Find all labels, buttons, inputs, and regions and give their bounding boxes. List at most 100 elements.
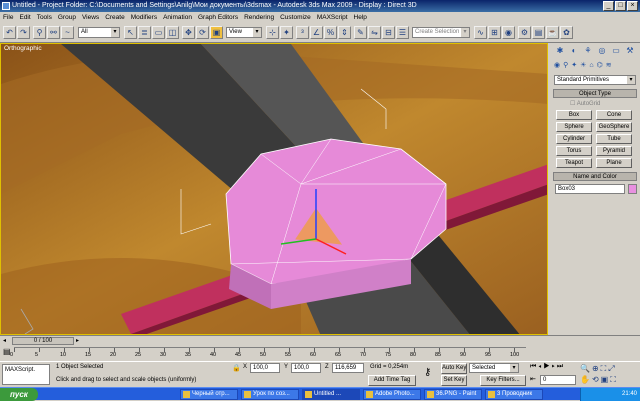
plane-button[interactable]: Plane [596,158,632,168]
teapot-button[interactable]: Teapot [556,158,592,168]
cone-button[interactable]: Cone [596,110,632,120]
window-crossing-icon[interactable]: ◫ [166,26,179,39]
utilities-tab-icon[interactable]: ⚒ [624,45,636,57]
select-object-icon[interactable]: ↖ [124,26,137,39]
display-tab-icon[interactable]: ▭ [610,45,622,57]
snap-toggle-icon[interactable]: ³ [296,26,309,39]
taskbar-item-active[interactable]: Untitled ... [302,389,360,400]
taskbar-item[interactable]: Черный отр... [180,389,238,400]
track-bar[interactable]: 0 5 10 15 20 25 30 35 40 45 50 55 60 65 70 75 80 85 90 95 10… [10,347,526,359]
maximize-button[interactable]: □ [615,1,626,11]
material-editor-icon[interactable]: ◉ [502,26,515,39]
quick-render-icon[interactable]: ☕ [546,26,559,39]
menu-graph-editors[interactable]: Graph Editors [195,12,241,23]
key-filters-button[interactable]: Key Filters... [480,375,526,386]
pivot-center-icon[interactable]: ⊹ [266,26,279,39]
viewport-label[interactable]: Orthographic [4,45,42,52]
menu-views[interactable]: Views [79,12,102,23]
z-coordinate-input[interactable]: 116,659 [332,363,364,373]
mirror-icon[interactable]: ⇋ [368,26,381,39]
create-tab-icon[interactable]: ✱ [554,45,566,57]
next-frame-icon[interactable]: ▸ [76,337,82,344]
prev-frame-icon[interactable]: ◂ [3,337,9,344]
select-rotate-icon[interactable]: ⟳ [196,26,209,39]
menu-animation[interactable]: Animation [160,12,195,23]
undo-icon[interactable]: ↶ [3,26,16,39]
key-icon[interactable]: ⚷ [424,367,431,378]
object-color-swatch[interactable] [628,184,637,194]
layer-manager-icon[interactable]: ☰ [396,26,409,39]
align-icon[interactable]: ⊟ [382,26,395,39]
spinner-snap-icon[interactable]: ⇕ [338,26,351,39]
name-color-rollout-header[interactable]: Name and Color [553,172,637,181]
taskbar-item[interactable]: 3 Проводник [485,389,543,400]
select-scale-icon[interactable]: ▣ [210,26,223,39]
menu-modifiers[interactable]: Modifiers [128,12,160,23]
primitive-category-dropdown[interactable]: Standard Primitives [554,75,636,85]
rendered-frame-window-icon[interactable]: ▤ [532,26,545,39]
close-button[interactable]: × [627,1,638,11]
hierarchy-tab-icon[interactable]: ⚘ [582,45,594,57]
key-mode-toggle-icon[interactable]: ⇤ [530,375,536,383]
clock[interactable]: 21:40 [622,391,637,397]
autogrid-checkbox[interactable]: ☐ AutoGrid [570,100,600,107]
torus-button[interactable]: Torus [556,146,592,156]
menu-tools[interactable]: Tools [34,12,55,23]
y-coordinate-input[interactable]: 100,0 [291,363,321,373]
maxscript-listener[interactable]: MAXScript. [2,364,50,385]
viewport-navigation-icons[interactable]: 🔍⊕⛶⤢ [580,364,617,374]
current-frame-input[interactable]: 0 [540,375,576,385]
reference-coordinate-dropdown[interactable]: View [226,27,262,38]
taskbar-item[interactable]: 36.PNG - Paint [424,389,482,400]
x-coordinate-input[interactable]: 100,0 [250,363,280,373]
cylinder-button[interactable]: Cylinder [556,134,592,144]
schematic-view-icon[interactable]: ⊞ [488,26,501,39]
unlink-icon[interactable]: ⚯ [47,26,60,39]
menu-rendering[interactable]: Rendering [241,12,277,23]
time-slider[interactable]: 0 / 100 [12,337,74,345]
rect-selection-icon[interactable]: ▭ [152,26,165,39]
create-subcategory-icons[interactable]: ◉⚲✦☀⌂⌬≋ [554,61,615,69]
start-button[interactable]: пуск [0,388,38,401]
tube-button[interactable]: Tube [596,134,632,144]
lock-selection-icon[interactable]: 🔒 [232,364,241,372]
object-type-rollout-header[interactable]: Object Type [553,89,637,98]
menu-customize[interactable]: Customize [277,12,314,23]
set-key-button[interactable]: Set Key [441,375,467,386]
menu-create[interactable]: Create [102,12,128,23]
menu-file[interactable]: File [0,12,16,23]
geosphere-button[interactable]: GeoSphere [596,122,632,132]
add-time-tag-button[interactable]: Add Time Tag [368,375,416,386]
menu-maxscript[interactable]: MAXScript [314,12,351,23]
render-setup-icon[interactable]: ⚙ [518,26,531,39]
object-name-input[interactable]: Box03 [555,184,625,194]
minimize-button[interactable]: _ [603,1,614,11]
motion-tab-icon[interactable]: ◎ [596,45,608,57]
link-icon[interactable]: ⚲ [33,26,46,39]
sphere-button[interactable]: Sphere [556,122,592,132]
angle-snap-icon[interactable]: ∠ [310,26,323,39]
app-icon[interactable] [2,2,10,10]
render-production-icon[interactable]: ✿ [560,26,573,39]
modify-tab-icon[interactable]: ◐ [568,45,580,57]
key-mode-dropdown[interactable]: Selected [469,363,519,373]
taskbar-item[interactable]: Adobe Photo... [363,389,421,400]
curve-editor-icon[interactable]: ∿ [474,26,487,39]
select-move-icon[interactable]: ✥ [182,26,195,39]
menu-help[interactable]: Help [351,12,370,23]
percent-snap-icon[interactable]: % [324,26,337,39]
pyramid-button[interactable]: Pyramid [596,146,632,156]
taskbar-item[interactable]: Урок по соз... [241,389,299,400]
bind-space-warp-icon[interactable]: ~ [61,26,74,39]
selection-filter-dropdown[interactable]: All [78,27,120,38]
redo-icon[interactable]: ↷ [17,26,30,39]
menu-group[interactable]: Group [55,12,79,23]
select-manipulate-icon[interactable]: ✦ [280,26,293,39]
box-button[interactable]: Box [556,110,592,120]
auto-key-button[interactable]: Auto Key [441,363,467,374]
menu-edit[interactable]: Edit [16,12,33,23]
viewport-navigation-icons-2[interactable]: ✋⟲▣⛶ [580,375,618,385]
select-by-name-icon[interactable]: ≣ [138,26,151,39]
viewport-orthographic[interactable]: Orthographic [0,43,548,335]
named-selection-sets-dropdown[interactable]: Create Selection Set [412,27,470,38]
